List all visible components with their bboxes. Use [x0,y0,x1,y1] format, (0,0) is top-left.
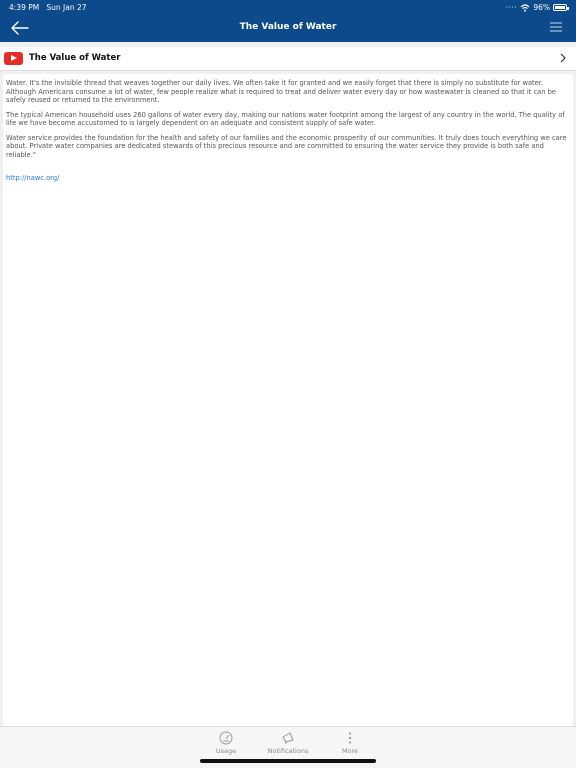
article-paragraph: Water. It's the invisible thread that we… [6,79,556,104]
tab-usage[interactable]: Usage [191,731,261,755]
tab-label: Usage [215,747,237,755]
source-link[interactable]: http://nawc.org/ [6,174,59,182]
battery-level [555,6,565,9]
tab-label: Notifications [267,747,309,755]
chevron-right-icon [560,53,566,63]
battery-icon [553,4,569,11]
status-date: Sun Jan 27 [46,3,87,12]
gauge-icon [219,731,233,745]
wifi-icon [520,3,530,12]
home-indicator[interactable] [200,759,376,763]
status-time: 4:39 PM [9,3,40,12]
top-bar: 4:39 PM Sun Jan 27 ···· 96% The Value of… [0,0,576,42]
megaphone-icon [282,732,294,745]
youtube-icon [4,52,23,65]
nav-bar: The Value of Water [0,14,576,42]
article-paragraph: The typical American household uses 260 … [6,110,565,128]
video-link-row[interactable]: The Value of Water [0,47,576,71]
battery-percent: 96% [533,3,550,12]
tab-more[interactable]: More [315,731,385,755]
signal-dots-icon: ···· [505,3,518,12]
tab-label: More [341,747,359,755]
page-title: The Value of Water [239,22,337,32]
status-bar: 4:39 PM Sun Jan 27 ···· 96% [0,0,576,14]
article-content: Water. It's the invisible thread that we… [3,74,573,726]
tab-notifications[interactable]: Notifications [253,731,323,755]
hamburger-menu-icon[interactable] [550,22,562,32]
video-title: The Value of Water [29,53,121,63]
more-vertical-icon [348,732,352,744]
article-paragraph: Water service provides the foundation fo… [6,133,567,159]
